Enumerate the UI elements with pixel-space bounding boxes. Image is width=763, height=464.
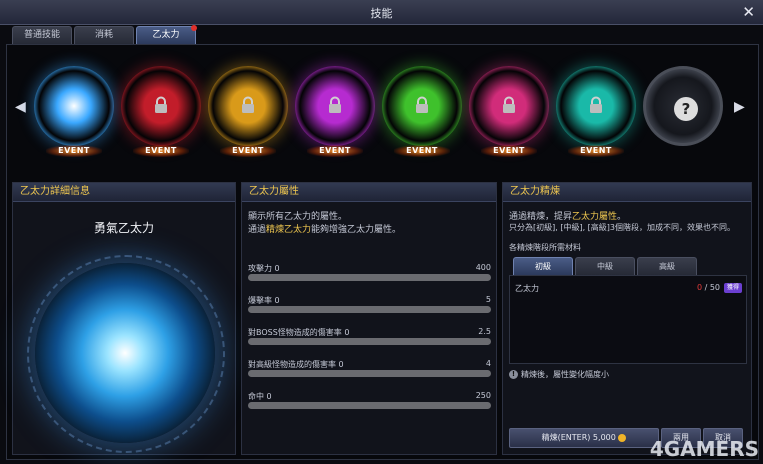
lock-icon — [155, 96, 167, 113]
material-acquire-badge[interactable]: 獲得 — [724, 283, 742, 293]
carousel-next-arrow-icon[interactable]: ▶ — [734, 99, 745, 115]
tab-ether-force-label: 乙太力 — [152, 30, 180, 40]
material-list: 乙太力 0 / 50 獲得 — [509, 275, 747, 364]
tab-normal-skills[interactable]: 普通技能 — [12, 26, 72, 44]
refine-desc-1-highlight: 乙太力屬性 — [572, 212, 618, 222]
attributes-header: 乙太力屬性 — [242, 183, 496, 202]
lock-icon — [416, 96, 428, 113]
refine-desc-1b: 。 — [617, 212, 627, 222]
refine-desc-1a: 通過精煉，提昇 — [509, 212, 573, 222]
info-icon: ! — [509, 370, 518, 379]
large-orb-ring — [27, 255, 225, 453]
material-required: / 50 — [704, 283, 720, 292]
stat-max: 4 — [485, 359, 491, 368]
material-owned: 0 — [696, 283, 703, 292]
refine-desc-1: 通過精煉，提昇乙太力屬性。 — [509, 209, 626, 222]
attributes-desc-2a: 通過 — [248, 225, 267, 235]
detail-header: 乙太力詳細信息 — [13, 183, 235, 202]
stat-max: 250 — [475, 391, 491, 400]
refine-button[interactable]: 精煉(ENTER) 5,000 — [509, 428, 659, 448]
gold-coin-icon — [618, 433, 627, 442]
stat-bar — [248, 338, 491, 345]
lock-icon — [242, 96, 254, 113]
ether-orb[interactable] — [469, 66, 549, 146]
ether-orb[interactable] — [556, 66, 636, 146]
attributes-panel: 乙太力屬性 顯示所有乙太力的屬性。 通過精煉乙太力能夠增強乙太力屬性。 攻擊力 … — [241, 182, 497, 455]
event-badge: EVENT — [133, 145, 189, 157]
stat-bar — [248, 274, 491, 281]
refine-note: 精煉後，屬性變化幅度小 — [521, 370, 609, 379]
ether-orb[interactable] — [34, 66, 114, 146]
close-icon[interactable]: ✕ — [742, 3, 755, 21]
ether-carousel: ◀ ▶ EVENT EVENT EVENT EVENT EVENT EVENT EVENT? — [6, 44, 757, 174]
stat-label: 對BOSS怪物造成的傷害率 0 — [248, 328, 350, 337]
ether-name: 勇氣乙太力 — [93, 221, 154, 235]
stat-label: 對高級怪物造成的傷害率 0 — [248, 360, 344, 369]
stat-label: 攻擊力 0 — [248, 264, 280, 273]
unknown-orb[interactable]: ? — [643, 66, 723, 146]
detail-panel: 乙太力詳細信息 勇氣乙太力 — [12, 182, 236, 455]
event-badge: EVENT — [394, 145, 450, 157]
lock-icon — [590, 96, 602, 113]
event-badge: EVENT — [46, 145, 102, 157]
refine-button-label: 精煉(ENTER) 5,000 — [541, 433, 616, 442]
attributes-desc-2: 通過精煉乙太力能夠增強乙太力屬性。 — [248, 222, 401, 235]
subtab-intermediate[interactable]: 中級 — [575, 257, 635, 275]
ether-orb[interactable] — [382, 66, 462, 146]
material-name: 乙太力 — [515, 284, 539, 293]
stat-bar — [248, 306, 491, 313]
window-title: 技能 — [370, 7, 393, 20]
event-badge: EVENT — [568, 145, 624, 157]
ether-orb[interactable] — [208, 66, 288, 146]
attributes-desc-2b: 能夠增強乙太力屬性。 — [311, 225, 402, 235]
stat-bar — [248, 402, 491, 409]
carousel-prev-arrow-icon[interactable]: ◀ — [15, 99, 26, 115]
materials-label: 各精煉階段所需材料 — [509, 243, 581, 252]
lock-icon — [503, 96, 515, 113]
tab-consumables[interactable]: 消耗 — [74, 26, 134, 44]
subtab-advanced[interactable]: 高級 — [637, 257, 697, 275]
watermark-logo: 4GAMERS — [649, 437, 759, 461]
attributes-desc-2-highlight: 精煉乙太力 — [266, 225, 312, 235]
ether-orb[interactable] — [121, 66, 201, 146]
event-badge: EVENT — [481, 145, 537, 157]
stat-max: 2.5 — [478, 327, 491, 336]
event-badge: EVENT — [220, 145, 276, 157]
refine-desc-2: 只分為[初級], [中級], [高級]3個階段，加成不同，效果也不同。 — [509, 223, 735, 232]
question-mark-icon: ? — [674, 97, 698, 121]
stat-bar — [248, 370, 491, 377]
attributes-desc-1: 顯示所有乙太力的屬性。 — [248, 212, 348, 222]
refine-header: 乙太力精煉 — [503, 183, 751, 202]
tab-ether-force[interactable]: 乙太力 — [136, 25, 197, 44]
event-badge: EVENT — [307, 145, 363, 157]
ether-orb[interactable] — [295, 66, 375, 146]
notification-dot — [191, 25, 197, 31]
stat-max: 5 — [485, 295, 491, 304]
refine-panel: 乙太力精煉 通過精煉，提昇乙太力屬性。 只分為[初級], [中級], [高級]3… — [502, 182, 752, 455]
subtab-beginner[interactable]: 初級 — [513, 257, 573, 275]
stat-label: 命中 0 — [248, 392, 272, 401]
stat-max: 400 — [475, 263, 491, 272]
stat-label: 爆擊率 0 — [248, 296, 280, 305]
window-titlebar: 技能 ✕ — [0, 0, 763, 25]
material-count: 0 / 50 — [697, 283, 720, 292]
lock-icon — [329, 96, 341, 113]
